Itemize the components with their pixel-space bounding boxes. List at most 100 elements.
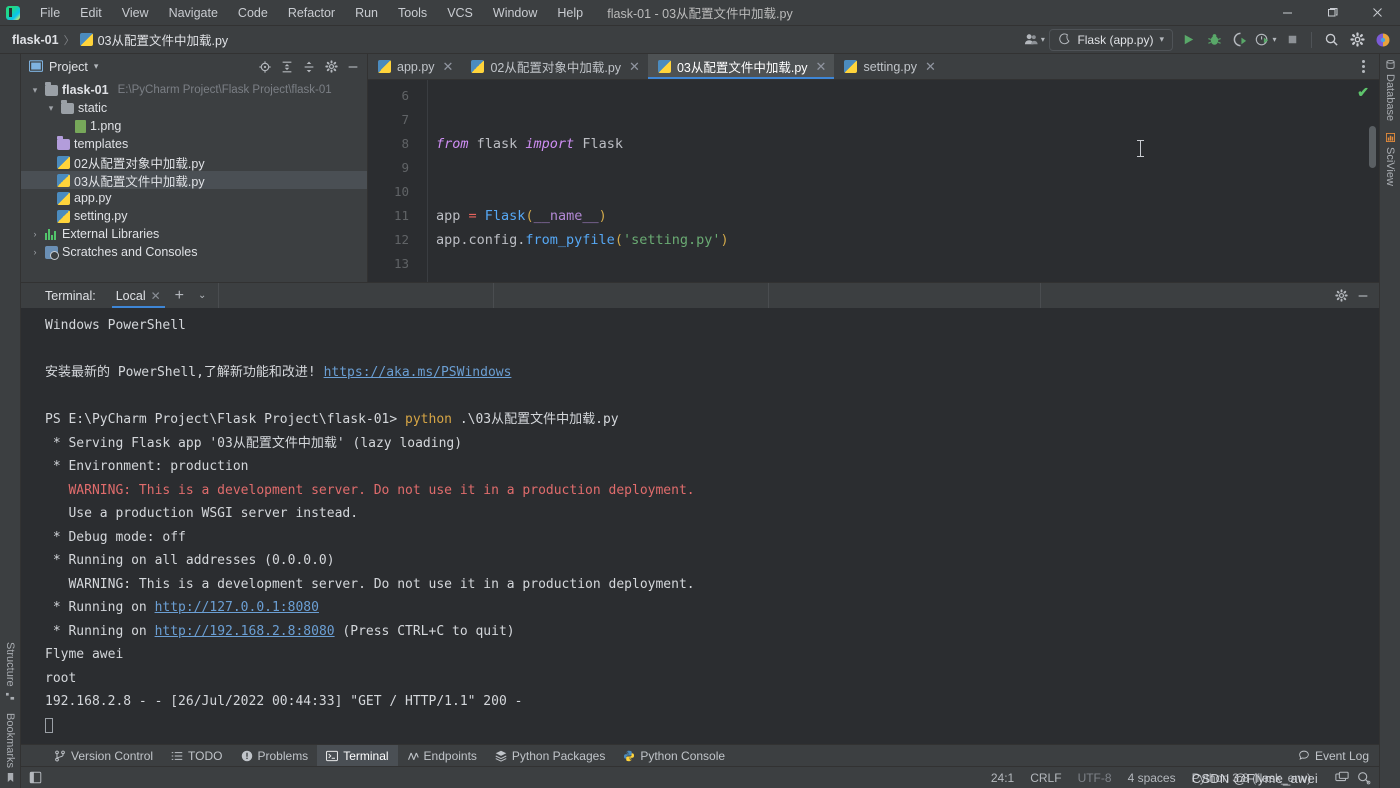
tab-setting-py[interactable]: setting.py ✕ <box>834 54 943 79</box>
terminal-line: PS E:\PyCharm Project\Flask Project\flas… <box>45 408 1379 432</box>
library-icon <box>45 228 58 240</box>
tree-node-scratches-consoles[interactable]: › Scratches and Consoles <box>21 243 367 261</box>
show-tool-windows-icon[interactable] <box>25 771 46 784</box>
tool-terminal[interactable]: Terminal <box>317 744 398 767</box>
tool-problems[interactable]: Problems <box>232 745 318 767</box>
menu-run[interactable]: Run <box>345 3 388 23</box>
code-folding-gutter[interactable] <box>418 80 428 282</box>
tool-version-control[interactable]: Version Control <box>45 745 162 767</box>
maximize-button[interactable] <box>1310 0 1355 26</box>
tab-close-icon[interactable]: ✕ <box>443 60 454 73</box>
menu-vcs[interactable]: VCS <box>437 3 483 23</box>
rail-structure[interactable]: Structure <box>4 636 16 707</box>
menu-help[interactable]: Help <box>547 3 593 23</box>
terminal-caret-block <box>45 717 53 733</box>
profiler-icon[interactable]: ▾ <box>1255 29 1277 51</box>
editor-scrollbar-thumb[interactable] <box>1369 126 1376 168</box>
terminal-tab-local[interactable]: Local ✕ <box>110 283 167 308</box>
event-log-button[interactable]: Event Log <box>1289 745 1369 767</box>
hide-panel-icon[interactable] <box>343 57 363 77</box>
indent-setting[interactable]: 4 spaces <box>1128 771 1176 785</box>
inspection-status-icon[interactable]: ✔ <box>1357 84 1369 101</box>
minimize-button[interactable] <box>1265 0 1310 26</box>
rail-database[interactable]: Database <box>1384 54 1396 127</box>
notifications-icon[interactable] <box>1335 771 1349 784</box>
line-separator[interactable]: CRLF <box>1030 771 1061 785</box>
database-icon <box>1385 60 1395 69</box>
stop-icon[interactable] <box>1281 29 1303 51</box>
terminal-settings-icon[interactable] <box>1331 286 1351 306</box>
tool-endpoints[interactable]: Endpoints <box>398 745 486 767</box>
menu-edit[interactable]: Edit <box>70 3 112 23</box>
close-button[interactable] <box>1355 0 1400 26</box>
caret-position[interactable]: 24:1 <box>991 771 1014 785</box>
left-tool-rail: Structure Bookmarks <box>0 54 21 788</box>
inspections-icon[interactable] <box>1357 771 1371 785</box>
code-text[interactable]: from flask import Flask app = Flask(__na… <box>428 80 1379 282</box>
right-tool-rail: Database SciView <box>1379 54 1400 788</box>
tool-python-packages[interactable]: Python Packages <box>486 745 614 767</box>
tree-node-app-py[interactable]: app.py <box>21 189 367 207</box>
chevron-down-icon[interactable]: ⌄ <box>192 290 212 301</box>
tree-node-templates[interactable]: templates <box>21 135 367 153</box>
menu-file[interactable]: File <box>30 3 70 23</box>
run-configuration-selector[interactable]: Flask (app.py) ▾ <box>1049 28 1173 51</box>
file-encoding[interactable]: UTF-8 <box>1078 771 1112 785</box>
collapse-all-icon[interactable] <box>299 57 319 77</box>
python-interpreter[interactable]: Python 3.8 (flask_env) <box>1192 771 1311 785</box>
tree-node-03-config-file[interactable]: 03从配置文件中加载.py <box>21 171 367 189</box>
rail-bookmarks[interactable]: Bookmarks <box>4 707 16 788</box>
menu-code[interactable]: Code <box>228 3 278 23</box>
tree-node-flask-01[interactable]: ▾ flask-01 E:\PyCharm Project\Flask Proj… <box>21 81 367 99</box>
terminal-line: 安装最新的 PowerShell,了解新功能和改进! https://aka.m… <box>45 361 1379 385</box>
new-terminal-icon[interactable]: + <box>167 287 192 304</box>
coverage-icon[interactable] <box>1229 29 1251 51</box>
tree-node-setting-py[interactable]: setting.py <box>21 207 367 225</box>
terminal-output[interactable]: Windows PowerShell 安装最新的 PowerShell,了解新功… <box>21 308 1379 744</box>
profile-icon[interactable]: ▾ <box>1023 29 1045 51</box>
tree-node-1-png[interactable]: 1.png <box>21 117 367 135</box>
chevron-right-icon[interactable]: › <box>29 229 41 239</box>
rail-sciview[interactable]: SciView <box>1384 127 1396 192</box>
terminal-link[interactable]: http://192.168.2.8:8080 <box>155 624 335 639</box>
tab-close-icon[interactable]: ✕ <box>816 60 827 73</box>
locate-icon[interactable] <box>255 57 275 77</box>
settings-icon[interactable] <box>321 57 341 77</box>
debug-icon[interactable] <box>1203 29 1225 51</box>
breadcrumb-separator: 〉 <box>63 34 75 47</box>
tree-node-external-libraries[interactable]: › External Libraries <box>21 225 367 243</box>
updates-icon[interactable] <box>1372 29 1394 51</box>
tab-03-config-file[interactable]: 03从配置文件中加载.py ✕ <box>647 54 835 79</box>
tab-close-icon[interactable]: ✕ <box>629 60 640 73</box>
menu-tools[interactable]: Tools <box>388 3 437 23</box>
editor-options-icon[interactable] <box>1353 57 1373 77</box>
menu-view[interactable]: View <box>112 3 159 23</box>
tab-02-config-object[interactable]: 02从配置对象中加载.py ✕ <box>461 54 648 79</box>
tree-node-02-config-object[interactable]: 02从配置对象中加载.py <box>21 153 367 171</box>
tool-todo[interactable]: TODO <box>162 745 231 767</box>
settings-icon[interactable] <box>1346 29 1368 51</box>
menu-navigate[interactable]: Navigate <box>159 3 228 23</box>
chevron-down-icon[interactable]: ▾ <box>45 103 57 114</box>
tree-node-static[interactable]: ▾ static <box>21 99 367 117</box>
tab-close-icon[interactable]: ✕ <box>925 60 936 73</box>
expand-all-icon[interactable] <box>277 57 297 77</box>
code-line: app.config.from_pyfile('setting.py') <box>436 228 1379 252</box>
run-icon[interactable] <box>1177 29 1199 51</box>
chevron-right-icon[interactable]: › <box>29 247 41 257</box>
code-editor[interactable]: 6 7 8 9 10 11 12 13 from flask import Fl… <box>368 80 1379 282</box>
tab-app-py[interactable]: app.py ✕ <box>368 54 461 79</box>
terminal-tab-close-icon[interactable]: ✕ <box>151 289 161 303</box>
tool-python-console[interactable]: Python Console <box>614 745 734 767</box>
tab-label: app.py <box>397 59 435 74</box>
terminal-hide-icon[interactable] <box>1353 286 1373 306</box>
menu-window[interactable]: Window <box>483 3 547 23</box>
breadcrumb-project[interactable]: flask-01 <box>12 33 59 47</box>
breadcrumb-file[interactable]: 03从配置文件中加载.py <box>98 30 229 49</box>
terminal-link[interactable]: http://127.0.0.1:8080 <box>155 600 319 615</box>
terminal-line: WARNING: This is a development server. D… <box>45 573 1379 597</box>
terminal-link[interactable]: https://aka.ms/PSWindows <box>324 365 512 380</box>
menu-refactor[interactable]: Refactor <box>278 3 345 23</box>
search-icon[interactable] <box>1320 29 1342 51</box>
chevron-down-icon[interactable]: ▾ <box>29 85 41 96</box>
